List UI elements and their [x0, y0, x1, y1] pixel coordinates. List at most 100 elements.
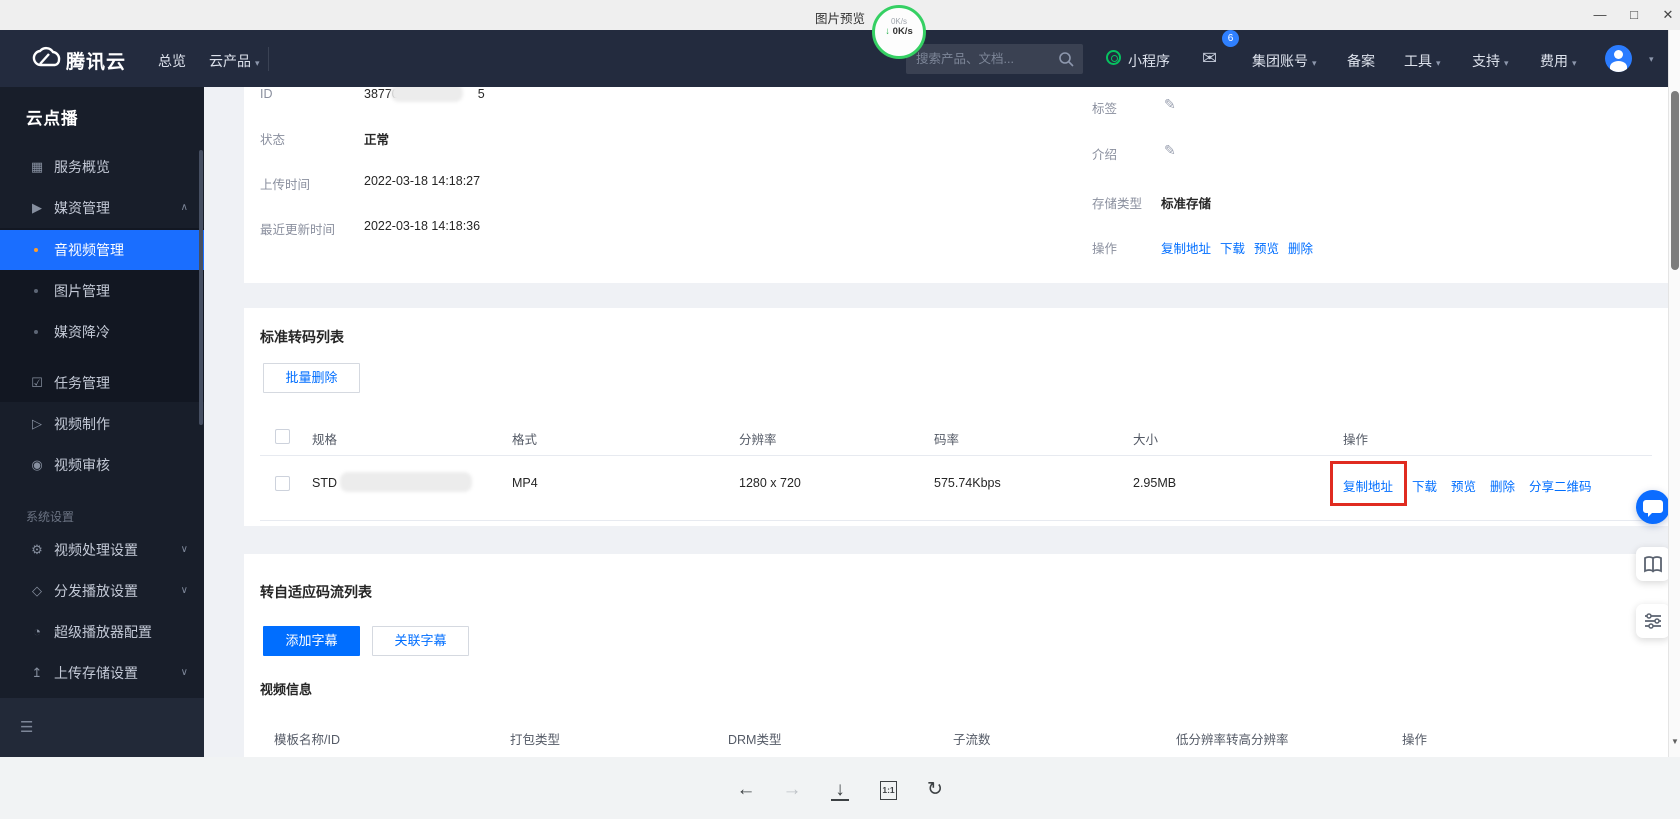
column-header: DRM类型	[728, 729, 781, 748]
field-label: 介绍	[1092, 144, 1117, 163]
cube-icon: ◇	[28, 571, 46, 611]
checklist-icon: ☑	[28, 363, 46, 403]
sidebar-scrollbar-thumb[interactable]	[199, 150, 203, 425]
avatar-person-icon	[1614, 50, 1623, 59]
update-time-value: 2022-03-18 14:18:36	[364, 219, 480, 233]
sidebar-item-video-production[interactable]: ▷ 视频制作	[0, 404, 204, 444]
field-label: 最近更新时间	[260, 219, 335, 238]
add-subtitle-button[interactable]: 添加字幕	[263, 626, 360, 656]
mail-icon[interactable]: ✉	[1202, 48, 1217, 69]
minimize-button[interactable]: —	[1588, 4, 1612, 26]
edit-intro-icon[interactable]: ✎	[1164, 142, 1176, 159]
link-delete[interactable]: 删除	[1288, 238, 1313, 257]
format-cell: MP4	[512, 476, 538, 490]
nav-item-support[interactable]: 支持▾	[1472, 51, 1509, 71]
table-divider	[260, 455, 1652, 456]
nav-item-overview[interactable]: 总览	[158, 51, 186, 71]
grid-icon: ▦	[28, 147, 46, 187]
sidebar-item-distribution-playback-settings[interactable]: ◇ 分发播放设置 ∨	[0, 571, 204, 611]
sidebar-item-service-overview[interactable]: ▦ 服务概览	[0, 147, 204, 187]
actual-size-button[interactable]: 1:1	[880, 781, 897, 800]
back-button[interactable]: ←	[732, 776, 760, 804]
link-share-qrcode[interactable]: 分享二维码	[1529, 476, 1592, 495]
sidebar-section-system-settings: 系统设置	[26, 508, 74, 525]
console-main: ID 3877025 状态 正常 上传时间 2022-03-18 14:18:2…	[204, 87, 1668, 757]
bullet-icon	[34, 248, 38, 252]
nav-item-mini-program[interactable]: 小程序	[1128, 51, 1170, 71]
user-avatar[interactable]	[1605, 45, 1632, 72]
download-button[interactable]: ↓	[826, 776, 854, 804]
sidebar-item-upload-storage-settings[interactable]: ↥ 上传存储设置 ∨	[0, 653, 204, 693]
batch-delete-button[interactable]: 批量删除	[263, 363, 360, 393]
red-annotation-box	[1330, 461, 1407, 506]
resolution-cell: 1280 x 720	[739, 476, 801, 490]
section-title: 标准转码列表	[260, 327, 344, 347]
column-header: 操作	[1343, 429, 1368, 448]
sidebar-item-video-processing-settings[interactable]: ⚙ 视频处理设置 ∨	[0, 530, 204, 570]
feedback-button[interactable]	[1636, 604, 1670, 638]
tencent-cloud-logo-text[interactable]: 腾讯云	[66, 47, 126, 74]
column-header: 子流数	[953, 729, 991, 748]
sidebar-footer: ☰	[0, 698, 204, 757]
nav-item-group-account[interactable]: 集团账号▾	[1252, 51, 1317, 71]
customer-service-button[interactable]	[1636, 490, 1670, 524]
nav-item-tools[interactable]: 工具▾	[1404, 51, 1441, 71]
sidebar-item-image-management[interactable]: 图片管理	[0, 271, 204, 311]
nav-item-billing[interactable]: 费用▾	[1540, 51, 1577, 71]
row-checkbox[interactable]	[275, 476, 290, 491]
upload-speed: 0K/s	[891, 17, 907, 26]
search-input[interactable]	[916, 44, 1051, 74]
close-button[interactable]: ✕	[1656, 4, 1680, 26]
link-download[interactable]: 下载	[1220, 238, 1245, 257]
nav-item-products[interactable]: 云产品▾	[209, 51, 260, 71]
sidebar-item-video-review[interactable]: ◉ 视频审核	[0, 445, 204, 485]
nav-search	[906, 44, 1083, 74]
sidebar-item-media-cooling[interactable]: 媒资降冷	[0, 312, 204, 352]
collapse-sidebar-icon[interactable]: ☰	[20, 718, 33, 736]
column-header: 模板名称/ID	[274, 729, 340, 748]
scroll-down-arrow-icon[interactable]: ▼	[1669, 737, 1680, 746]
storage-type-value: 标准存储	[1161, 193, 1211, 212]
size-cell: 2.95MB	[1133, 476, 1176, 490]
link-copy-address[interactable]: 复制地址	[1161, 238, 1211, 257]
field-label: ID	[260, 87, 273, 101]
vertical-scrollbar[interactable]: ▼	[1668, 30, 1680, 757]
column-header: 打包类型	[510, 729, 560, 748]
column-header: 格式	[512, 429, 537, 448]
tencent-cloud-logo-icon	[32, 44, 62, 70]
field-label: 标签	[1092, 98, 1117, 117]
avatar-caret-icon[interactable]: ▾	[1649, 54, 1654, 65]
search-icon[interactable]	[1058, 51, 1074, 67]
censor-blob	[391, 87, 463, 102]
sidebar-item-super-player-config[interactable]: ◔ 超级播放器配置	[0, 612, 204, 652]
transcode-list-card: 标准转码列表 批量删除 规格 格式 分辨率 码率 大小 操作 STD MP4 1…	[244, 308, 1668, 526]
sidebar-title: 云点播	[26, 105, 79, 129]
chevron-down-icon: ▾	[1572, 58, 1577, 68]
image-preview-window: 图片预览 — □ ✕ 腾讯云 总览 云产品▾ 小程序 ✉ 6 集团账号▾ 备案 …	[0, 0, 1680, 819]
down-arrow-icon: ↓	[885, 26, 890, 37]
column-header: 分辨率	[739, 429, 777, 448]
forward-button[interactable]: →	[778, 776, 806, 804]
field-label: 存储类型	[1092, 193, 1142, 212]
field-label: 上传时间	[260, 174, 310, 193]
link-preview[interactable]: 预览	[1451, 476, 1476, 495]
sidebar-item-task-management[interactable]: ☑ 任务管理	[0, 363, 204, 403]
link-download[interactable]: 下载	[1412, 476, 1437, 495]
network-speed-widget[interactable]: 0K/s ↓ 0K/s	[872, 5, 926, 59]
rotate-button[interactable]: ↻	[921, 776, 949, 804]
column-header: 规格	[312, 429, 337, 448]
scrollbar-thumb[interactable]	[1671, 91, 1679, 270]
chevron-down-icon: ▾	[1504, 58, 1509, 68]
link-delete[interactable]: 删除	[1490, 476, 1515, 495]
link-subtitle-button[interactable]: 关联字幕	[372, 626, 469, 656]
nav-item-beian[interactable]: 备案	[1347, 51, 1375, 71]
link-preview[interactable]: 预览	[1254, 238, 1279, 257]
field-label: 状态	[260, 129, 285, 148]
docs-button[interactable]	[1636, 547, 1670, 581]
sidebar-item-audio-video-management[interactable]: 音视频管理	[0, 230, 204, 270]
chevron-down-icon: ∨	[181, 571, 188, 611]
sidebar-item-media-management[interactable]: ▶ 媒资管理 ∧	[0, 188, 204, 228]
maximize-button[interactable]: □	[1622, 4, 1646, 26]
edit-tag-icon[interactable]: ✎	[1164, 96, 1176, 113]
select-all-checkbox[interactable]	[275, 429, 290, 444]
